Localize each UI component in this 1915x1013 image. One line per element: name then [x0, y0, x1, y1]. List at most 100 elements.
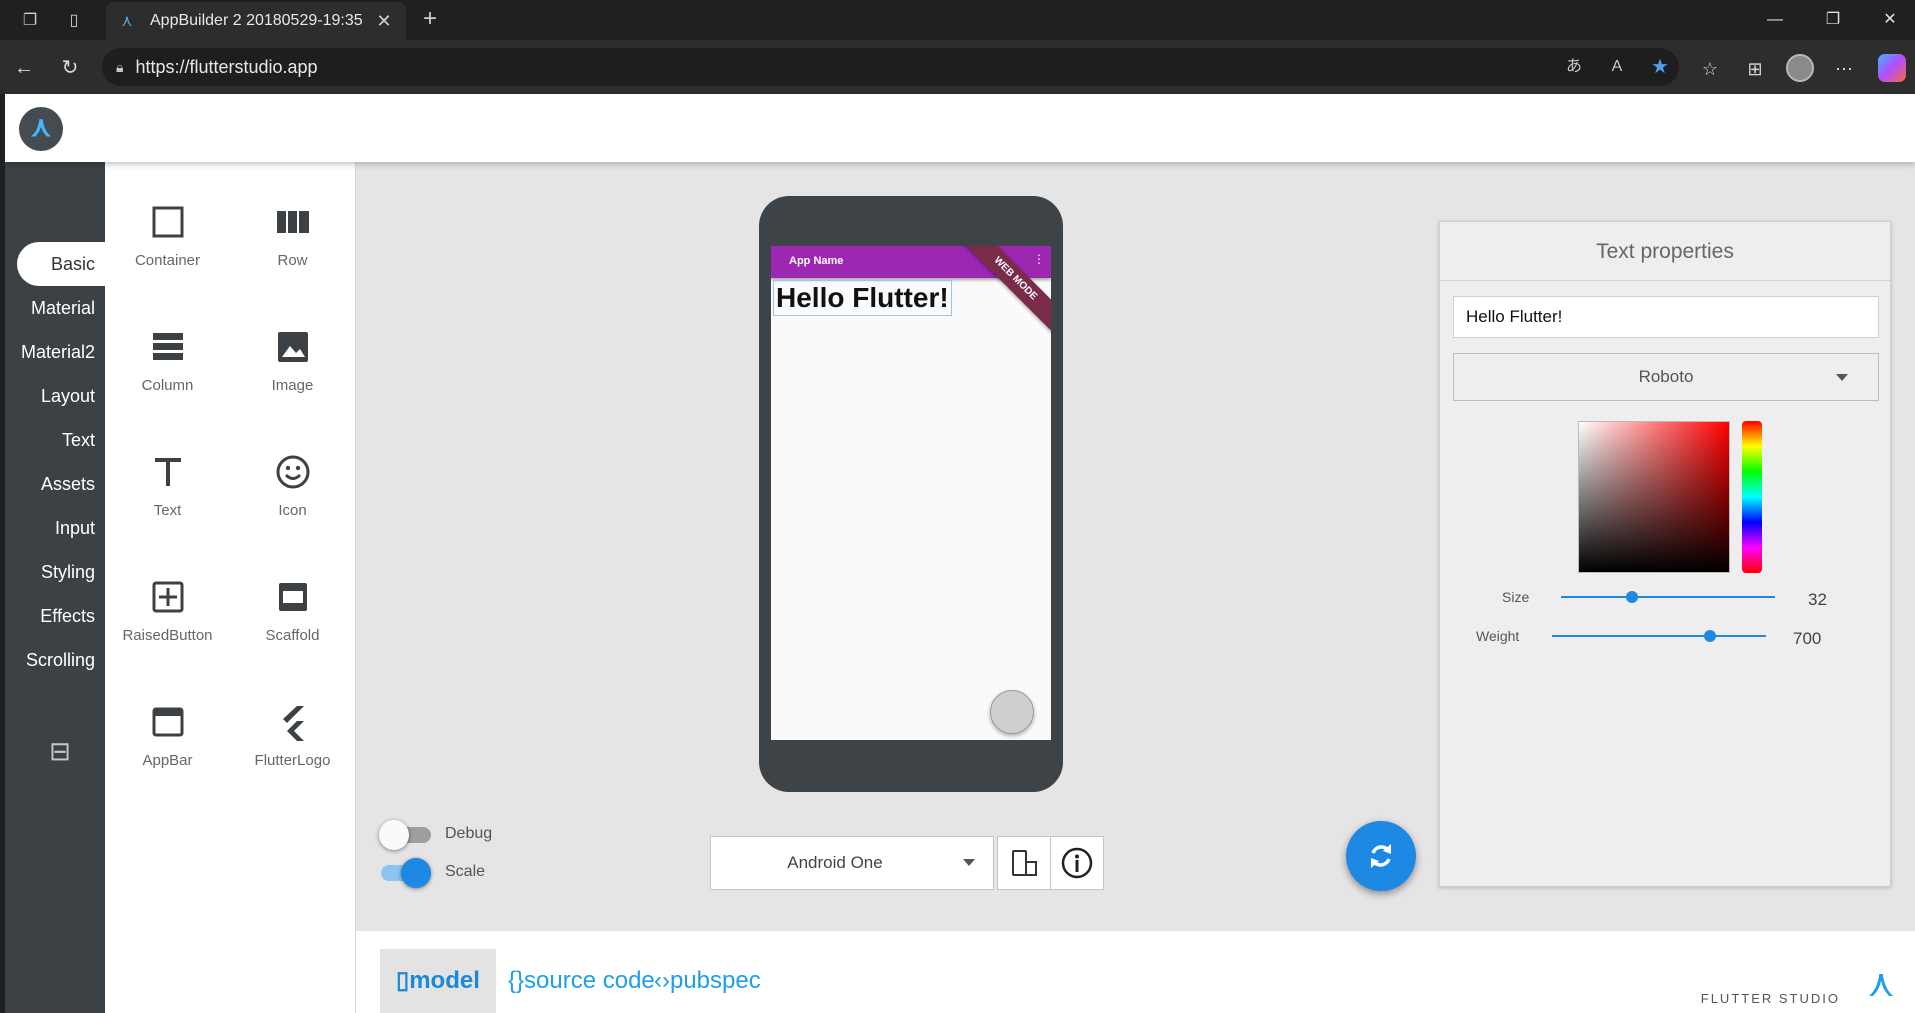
refresh-button[interactable] — [1346, 821, 1416, 891]
sidebar-item-layout[interactable]: Layout — [5, 374, 105, 418]
widget-label: Text — [153, 502, 182, 519]
widget-palette: Container Row Column Image Text Icon Rai… — [105, 162, 356, 1013]
sidebar-item-effects[interactable]: Effects — [5, 594, 105, 638]
browser-tab[interactable]: ⋏ AppBuilder 2 20180529-19:35 ✕ — [106, 2, 406, 40]
debug-toggle[interactable] — [379, 820, 431, 850]
collections-icon[interactable]: ⊞ — [1742, 56, 1768, 82]
new-tab-icon[interactable]: + — [416, 6, 444, 34]
sidebar-item-styling[interactable]: Styling — [5, 550, 105, 594]
weight-value: 700 — [1793, 629, 1822, 648]
preview-app-name: App Name — [789, 255, 844, 267]
copilot-icon[interactable] — [1878, 54, 1906, 82]
lock-icon: 🔒︎ — [116, 58, 124, 75]
flutter-studio-favicon-icon: ⋏ — [121, 13, 133, 30]
widget-flutterlogo[interactable]: FlutterLogo — [230, 692, 355, 802]
brand-text: FLUTTER STUDIO — [1700, 991, 1840, 1006]
weight-slider[interactable] — [1552, 629, 1766, 643]
widget-label: Image — [271, 377, 314, 394]
workspaces-icon[interactable]: ❐ — [18, 8, 42, 32]
font-select[interactable]: Roboto — [1453, 353, 1879, 401]
phone-frame: App Name ⋮ WEB MODE Hello Flutter! — [759, 196, 1063, 792]
widget-label: FlutterLogo — [254, 752, 331, 769]
rotate-device-button[interactable] — [997, 836, 1051, 890]
widget-image[interactable]: Image — [230, 317, 355, 427]
widget-column[interactable]: Column — [105, 317, 230, 427]
flutter-studio-logo-icon: ⋏ — [1867, 963, 1895, 1005]
back-icon[interactable]: ← — [10, 54, 38, 82]
device-select[interactable]: Android One — [710, 836, 994, 890]
preview-fab[interactable] — [990, 690, 1034, 734]
color-hue-slider[interactable] — [1742, 421, 1762, 573]
sidebar-item-scrolling[interactable]: Scrolling — [5, 638, 105, 682]
url-field[interactable]: 🔒︎ https://flutterstudio.app あ A ★ — [102, 48, 1679, 86]
translate-icon[interactable]: あ — [1562, 55, 1586, 79]
restore-icon[interactable]: ❐ — [1818, 6, 1848, 34]
info-button[interactable] — [1050, 836, 1104, 890]
widget-text[interactable]: Text — [105, 442, 230, 552]
sidebar-item-material[interactable]: Material — [5, 286, 105, 330]
font-select-value: Roboto — [1638, 367, 1694, 386]
app-header: ⋏ — [5, 94, 1915, 162]
sidebar-item-basic[interactable]: Basic — [17, 242, 105, 286]
size-slider-thumb[interactable] — [1625, 591, 1638, 603]
color-saturation-picker[interactable] — [1578, 421, 1730, 573]
weight-slider-thumb[interactable] — [1704, 630, 1717, 642]
text-icon — [154, 458, 181, 486]
tab-label: source code — [524, 967, 655, 994]
text-properties-panel: Text properties Hello Flutter! Roboto Si… — [1439, 221, 1891, 887]
phone-icon: ▯ — [396, 967, 410, 994]
tab-model[interactable]: ▯model — [380, 949, 496, 1013]
preview-hello-text[interactable]: Hello Flutter! — [773, 280, 952, 316]
widget-raisedbutton[interactable]: RaisedButton — [105, 567, 230, 677]
appbar-icon — [152, 707, 183, 737]
tab-title: AppBuilder 2 20180529-19:35 — [150, 12, 363, 29]
overflow-menu-icon: ⋮ — [1033, 252, 1045, 266]
widget-row[interactable]: Row — [230, 192, 355, 302]
sidebar-item-assets[interactable]: Assets — [5, 462, 105, 506]
sidebar-item-text[interactable]: Text — [5, 418, 105, 462]
flutter-studio-logo-icon[interactable]: ⋏ — [19, 107, 63, 151]
properties-title: Text properties — [1596, 240, 1734, 263]
debug-label: Debug — [445, 825, 493, 842]
widget-appbar[interactable]: AppBar — [105, 692, 230, 802]
tab-label: pubspec — [669, 967, 761, 994]
widget-icon[interactable]: Icon — [230, 442, 355, 552]
reload-icon[interactable]: ↻ — [56, 54, 84, 82]
sidebar-item-material2[interactable]: Material2 — [5, 330, 105, 374]
smiley-icon — [276, 455, 309, 489]
text-value-input[interactable]: Hello Flutter! — [1453, 296, 1879, 338]
tab-pubspec[interactable]: ‹›pubspec — [638, 949, 777, 1013]
scaffold-icon — [278, 583, 307, 611]
tab-label: model — [409, 967, 480, 994]
url-text: https://flutterstudio.app — [135, 56, 318, 77]
sync-icon — [1371, 844, 1391, 868]
size-value: 32 — [1808, 590, 1827, 609]
vertical-tabs-icon[interactable]: ▯ — [62, 8, 86, 32]
widget-label: Container — [134, 252, 201, 269]
sidebar-item-input[interactable]: Input — [5, 506, 105, 550]
favorites-icon[interactable]: ☆ — [1697, 56, 1723, 82]
widget-container[interactable]: Container — [105, 192, 230, 302]
widget-label: Scaffold — [265, 627, 320, 644]
widget-label: Column — [141, 377, 194, 394]
info-icon — [1061, 847, 1093, 879]
widget-scaffold[interactable]: Scaffold — [230, 567, 355, 677]
category-sidebar: Basic Material Material2 Layout Text Ass… — [5, 162, 105, 1013]
phone-screen: App Name ⋮ WEB MODE Hello Flutter! — [771, 246, 1051, 740]
scale-toggle[interactable] — [379, 858, 431, 888]
size-slider[interactable] — [1561, 590, 1775, 604]
minimize-icon[interactable]: — — [1760, 6, 1790, 34]
close-window-icon[interactable]: ✕ — [1875, 6, 1905, 34]
flutter-logo-icon — [282, 706, 304, 741]
bottom-tab-bar: ▯model {}source code ‹›pubspec FLUTTER S… — [356, 931, 1915, 1013]
favorite-star-icon[interactable]: ★ — [1648, 55, 1672, 79]
more-menu-icon[interactable]: ⋯ — [1831, 56, 1857, 82]
widget-tree-icon[interactable]: ⊟ — [45, 736, 75, 766]
code-icon: ‹› — [654, 967, 670, 994]
container-icon — [152, 206, 183, 238]
read-aloud-icon[interactable]: A — [1605, 55, 1629, 79]
image-icon — [277, 332, 308, 362]
widget-label: AppBar — [142, 752, 193, 769]
profile-avatar[interactable] — [1786, 54, 1814, 82]
close-tab-icon[interactable]: ✕ — [374, 11, 394, 32]
